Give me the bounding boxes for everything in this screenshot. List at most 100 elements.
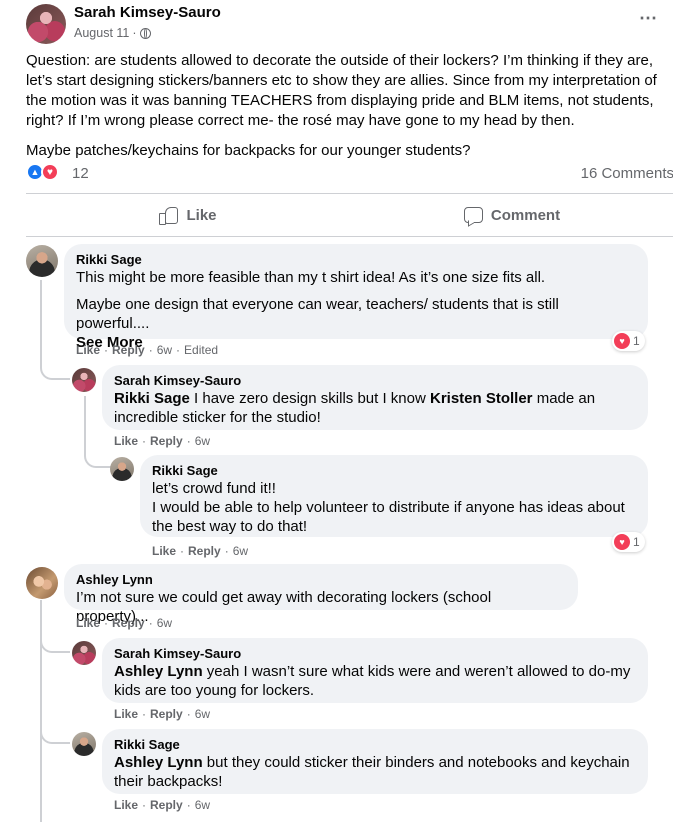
separator: · — [148, 616, 153, 630]
comment-reaction-badge[interactable]: ♥ 1 — [612, 331, 645, 351]
divider — [26, 236, 673, 237]
comment-reply-button[interactable]: Reply — [112, 616, 145, 630]
reaction-count: 1 — [633, 535, 640, 549]
comment-like-button[interactable]: Like — [76, 343, 100, 357]
post-date[interactable]: August 11 — [74, 26, 129, 40]
comment-text: This might be more feasible than my t sh… — [76, 268, 636, 352]
separator: · — [176, 343, 181, 357]
comment-time[interactable]: 6w — [195, 707, 210, 721]
meta-separator: · — [132, 26, 137, 40]
comment-bubble: Rikki Sage let’s crowd fund it!! I would… — [140, 455, 648, 537]
comment-time[interactable]: 6w — [233, 544, 248, 558]
commenter-avatar[interactable] — [72, 368, 96, 392]
action-bar: Like Comment — [26, 196, 673, 234]
separator: · — [224, 544, 229, 558]
comment-bubble: Sarah Kimsey-Sauro Ashley Lynn yeah I wa… — [102, 638, 648, 703]
commenter-avatar[interactable] — [72, 641, 96, 665]
comment-count[interactable]: 16 Comments — [581, 165, 673, 182]
separator: · — [186, 434, 191, 448]
commenter-name[interactable]: Rikki Sage — [114, 737, 636, 753]
edited-label: Edited — [184, 343, 219, 357]
comment-line: I would be able to help volunteer to dis… — [152, 499, 625, 535]
comment-bubble: Sarah Kimsey-Sauro Rikki Sage I have zer… — [102, 365, 648, 430]
comment-icon — [463, 206, 483, 224]
thread-connector — [40, 350, 70, 380]
commenter-name[interactable]: Rikki Sage — [152, 463, 636, 479]
comment-reply-button[interactable]: Reply — [188, 544, 221, 558]
separator: · — [148, 343, 153, 357]
reaction-summary: ▲ ♥ 12 16 Comments — [26, 163, 673, 185]
post-meta: August 11 · — [74, 26, 151, 40]
heart-icon: ♥ — [614, 333, 630, 349]
separator: · — [142, 434, 147, 448]
comment-reply-button[interactable]: Reply — [150, 707, 183, 721]
commenter-name[interactable]: Ashley Lynn — [76, 572, 566, 588]
comment-like-button[interactable]: Like — [114, 707, 138, 721]
separator: · — [142, 707, 147, 721]
separator: · — [186, 707, 191, 721]
comment-actions: Like · Reply · 6w — [114, 798, 210, 812]
separator: · — [142, 798, 147, 812]
comment-label: Comment — [490, 206, 561, 224]
thread-line — [40, 280, 42, 360]
author-avatar[interactable] — [26, 4, 66, 44]
comment-time[interactable]: 6w — [157, 616, 172, 630]
divider — [26, 193, 673, 194]
post-paragraph: Maybe patches/keychains for backpacks fo… — [26, 142, 471, 159]
comment-actions: Like · Reply · 6w — [152, 544, 248, 558]
commenter-name[interactable]: Sarah Kimsey-Sauro — [114, 373, 636, 389]
commenter-avatar[interactable] — [72, 732, 96, 756]
comment-actions: Like · Reply · 6w — [76, 616, 172, 630]
comment-like-button[interactable]: Like — [114, 798, 138, 812]
comment-line: let’s crowd fund it!! — [152, 480, 276, 497]
like-button[interactable]: Like — [26, 196, 350, 234]
comment-paragraph-text: Maybe one design that everyone can wear,… — [76, 296, 559, 332]
comment-time[interactable]: 6w — [195, 434, 210, 448]
like-label: Like — [186, 206, 217, 224]
comment-reaction-badge[interactable]: ♥ 1 — [612, 532, 645, 552]
comment-time[interactable]: 6w — [195, 798, 210, 812]
comment-button[interactable]: Comment — [350, 196, 673, 234]
comment-like-button[interactable]: Like — [76, 616, 100, 630]
reaction-icons[interactable]: ▲ ♥ — [26, 163, 59, 181]
reaction-count: 1 — [633, 334, 640, 348]
separator: · — [104, 616, 109, 630]
commenter-name[interactable]: Rikki Sage — [76, 252, 636, 268]
mention-link[interactable]: Kristen Stoller — [430, 390, 533, 407]
post-author-name[interactable]: Sarah Kimsey-Sauro — [74, 4, 221, 21]
commenter-avatar[interactable] — [110, 457, 134, 481]
comment-time[interactable]: 6w — [157, 343, 172, 357]
comment-text: Ashley Lynn yeah I wasn’t sure what kids… — [114, 662, 636, 700]
thread-connector — [40, 630, 70, 653]
comment-like-button[interactable]: Like — [152, 544, 176, 558]
heart-icon: ♥ — [614, 534, 630, 550]
comment-actions: Like · Reply · 6w · Edited — [76, 343, 218, 357]
comment-text: Ashley Lynn but they could sticker their… — [114, 753, 636, 791]
like-icon — [159, 206, 179, 225]
mention-link[interactable]: Rikki Sage — [114, 390, 190, 407]
comment-reply-button[interactable]: Reply — [150, 798, 183, 812]
more-options-icon[interactable]: ⋯ — [639, 9, 658, 27]
thread-connector — [84, 440, 112, 468]
commenter-avatar[interactable] — [26, 245, 58, 277]
mention-link[interactable]: Ashley Lynn — [114, 754, 203, 771]
comment-text: let’s crowd fund it!! I would be able to… — [152, 479, 636, 536]
commenter-avatar[interactable] — [26, 567, 58, 599]
reaction-count[interactable]: 12 — [72, 165, 89, 182]
post-body: Question: are students allowed to decora… — [26, 51, 666, 171]
separator: · — [186, 798, 191, 812]
globe-icon — [139, 27, 151, 39]
mention-link[interactable]: Ashley Lynn — [114, 663, 203, 680]
separator: · — [180, 544, 185, 558]
comment-text-part: I have zero design skills but I know — [189, 390, 430, 407]
comment-bubble: Rikki Sage Ashley Lynn but they could st… — [102, 729, 648, 794]
comment-paragraph: This might be more feasible than my t sh… — [76, 269, 546, 286]
love-reaction-icon: ♥ — [41, 163, 59, 181]
comment-reply-button[interactable]: Reply — [112, 343, 145, 357]
comment-like-button[interactable]: Like — [114, 434, 138, 448]
comment-reply-button[interactable]: Reply — [150, 434, 183, 448]
post-paragraph: Question: are students allowed to decora… — [26, 52, 657, 129]
commenter-name[interactable]: Sarah Kimsey-Sauro — [114, 646, 636, 662]
comment-actions: Like · Reply · 6w — [114, 707, 210, 721]
thread-line — [84, 396, 86, 444]
